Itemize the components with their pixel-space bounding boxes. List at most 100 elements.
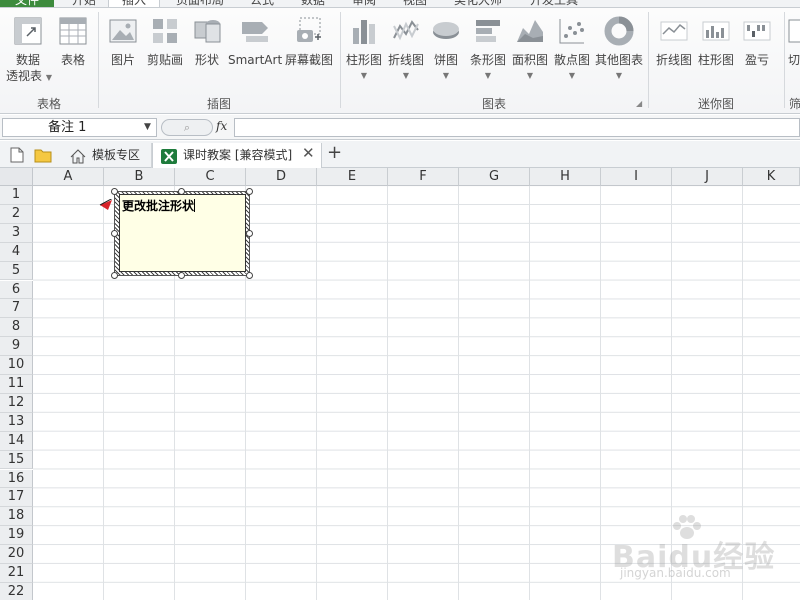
name-box[interactable]: 备注 1 xyxy=(2,118,157,137)
column-header-c[interactable]: C xyxy=(175,168,246,186)
column-header-b[interactable]: B xyxy=(104,168,175,186)
pie-chart-button[interactable]: 饼图 ▼ xyxy=(430,16,462,84)
row-header-8[interactable]: 8 xyxy=(0,318,33,338)
resize-handle[interactable] xyxy=(246,188,253,195)
screenshot-label: 屏幕截图 xyxy=(284,53,333,67)
chevron-down-icon: ▼ xyxy=(615,71,623,80)
area-chart-label: 面积图 xyxy=(511,53,548,67)
fx-icon[interactable]: fx xyxy=(216,119,227,133)
smartart-button[interactable]: SmartArt xyxy=(228,16,282,68)
tab-lesson-plan[interactable]: 课时教案 [兼容模式] xyxy=(152,143,322,169)
resize-handle[interactable] xyxy=(111,188,118,195)
scatter-chart-button[interactable]: 散点图 ▼ xyxy=(552,16,592,84)
tab-template-zone[interactable]: 模板专区 xyxy=(62,143,152,168)
column-header-j[interactable]: J xyxy=(672,168,743,186)
slicer-button[interactable]: 切 xyxy=(787,16,800,68)
tab-template-label: 模板专区 xyxy=(92,148,141,162)
row-header-1[interactable]: 1 xyxy=(0,186,33,205)
clipart-icon xyxy=(146,16,184,48)
new-file-icon[interactable] xyxy=(10,147,24,166)
resize-handle[interactable] xyxy=(111,230,118,237)
menu-tab-beautify[interactable]: 美化大师 xyxy=(454,0,502,7)
close-icon[interactable]: ✕ xyxy=(302,144,315,162)
menu-tab-file[interactable]: 文件 xyxy=(0,0,54,7)
row-header-20[interactable]: 20 xyxy=(0,545,33,564)
pivot-table-button[interactable]: 数据 透视表 ▼ xyxy=(6,16,52,86)
bar-chart-button[interactable]: 条形图 ▼ xyxy=(468,16,508,84)
open-folder-icon[interactable] xyxy=(34,147,52,166)
row-header-5[interactable]: 5 xyxy=(0,261,33,281)
table-button[interactable]: 表格 xyxy=(56,16,90,68)
resize-handle[interactable] xyxy=(111,272,118,279)
row-header-22[interactable]: 22 xyxy=(0,582,33,600)
resize-handle[interactable] xyxy=(246,230,253,237)
row-header-11[interactable]: 11 xyxy=(0,375,33,394)
sparkline-line-icon xyxy=(654,16,694,48)
comment-box[interactable]: 更改批注形状 xyxy=(119,194,246,272)
sparkline-line-button[interactable]: 折线图 xyxy=(654,16,694,68)
chevron-down-icon[interactable]: ▼ xyxy=(144,122,151,132)
row-header-9[interactable]: 9 xyxy=(0,337,33,357)
row-header-18[interactable]: 18 xyxy=(0,507,33,527)
watermark: Baidu经验 jingyan.baidu.com xyxy=(612,514,774,584)
donut-chart-icon xyxy=(594,16,644,48)
row-header-21[interactable]: 21 xyxy=(0,564,33,583)
row-header-12[interactable]: 12 xyxy=(0,393,33,413)
area-chart-button[interactable]: 面积图 ▼ xyxy=(510,16,550,84)
formula-input[interactable] xyxy=(234,118,800,137)
column-header-k[interactable]: K xyxy=(743,168,800,186)
picture-icon xyxy=(106,16,140,48)
menu-tab-insert[interactable]: 插入 xyxy=(108,0,160,7)
clipart-button[interactable]: 剪贴画 xyxy=(146,16,184,68)
row-header-3[interactable]: 3 xyxy=(0,223,33,243)
charts-dialog-launcher-icon[interactable]: ◢ xyxy=(636,99,642,108)
menu-tab-review[interactable]: 审阅 xyxy=(352,0,376,7)
clipart-label: 剪贴画 xyxy=(146,53,183,67)
row-header-15[interactable]: 15 xyxy=(0,450,33,470)
menu-bar: 文件 开始 插入 页面布局 公式 数据 审阅 视图 美化大师 开发工具 xyxy=(0,0,800,8)
zoom-icon[interactable]: ⌕ xyxy=(161,119,213,136)
column-header-a[interactable]: A xyxy=(33,168,104,186)
row-header-6[interactable]: 6 xyxy=(0,280,33,300)
row-header-14[interactable]: 14 xyxy=(0,431,33,451)
row-header-10[interactable]: 10 xyxy=(0,356,33,375)
bar-chart-icon xyxy=(468,16,508,48)
group-label-sparklines: 迷你图 xyxy=(697,97,734,111)
group-separator xyxy=(98,12,99,108)
row-header-16[interactable]: 16 xyxy=(0,469,33,489)
column-header-d[interactable]: D xyxy=(246,168,317,186)
menu-tab-page-layout[interactable]: 页面布局 xyxy=(176,0,224,7)
row-header-7[interactable]: 7 xyxy=(0,299,33,319)
row-header-4[interactable]: 4 xyxy=(0,242,33,262)
shapes-icon xyxy=(190,16,224,48)
column-header-g[interactable]: G xyxy=(459,168,530,186)
shapes-button[interactable]: 形状 xyxy=(190,16,224,68)
menu-tab-home[interactable]: 开始 xyxy=(72,0,96,7)
chevron-down-icon: ▼ xyxy=(442,71,450,80)
row-header-2[interactable]: 2 xyxy=(0,204,33,224)
screenshot-button[interactable]: 屏幕截图 xyxy=(284,16,334,68)
column-header-h[interactable]: H xyxy=(530,168,601,186)
document-tab-bar: 模板专区 课时教案 [兼容模式] ✕ + xyxy=(0,141,800,169)
line-chart-button[interactable]: 折线图 ▼ xyxy=(386,16,426,84)
column-header-e[interactable]: E xyxy=(317,168,388,186)
column-header-i[interactable]: I xyxy=(601,168,672,186)
select-all-corner[interactable] xyxy=(0,168,33,186)
row-header-19[interactable]: 19 xyxy=(0,526,33,546)
other-charts-button[interactable]: 其他图表 ▼ xyxy=(594,16,644,84)
row-header-13[interactable]: 13 xyxy=(0,412,33,432)
scatter-chart-icon xyxy=(552,16,592,48)
column-chart-button[interactable]: 柱形图 ▼ xyxy=(344,16,384,84)
sparkline-winloss-button[interactable]: 盈亏 xyxy=(740,16,774,68)
column-header-f[interactable]: F xyxy=(388,168,459,186)
row-header-17[interactable]: 17 xyxy=(0,488,33,508)
resize-handle[interactable] xyxy=(246,272,253,279)
menu-tab-formulas[interactable]: 公式 xyxy=(250,0,274,7)
menu-tab-view[interactable]: 视图 xyxy=(403,0,427,7)
menu-tab-data[interactable]: 数据 xyxy=(301,0,325,7)
resize-handle[interactable] xyxy=(178,272,185,279)
picture-button[interactable]: 图片 xyxy=(106,16,140,68)
menu-tab-developer[interactable]: 开发工具 xyxy=(530,0,578,7)
add-tab-button[interactable]: + xyxy=(327,142,342,163)
sparkline-column-button[interactable]: 柱形图 xyxy=(696,16,736,68)
